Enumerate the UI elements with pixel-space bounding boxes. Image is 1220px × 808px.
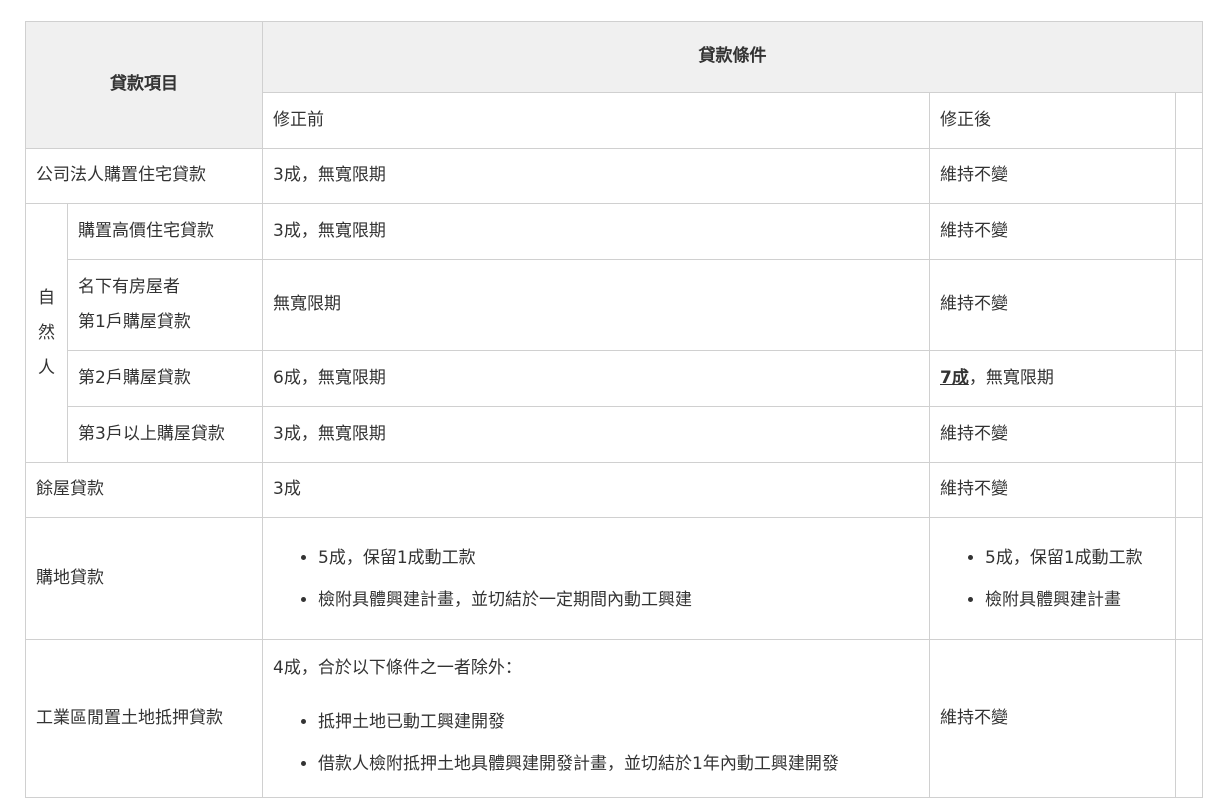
after-second-home: 7成，無寬限期 xyxy=(929,350,1176,407)
after-high-price: 維持不變 xyxy=(929,203,1176,260)
after-land: 5成，保留1成動工款 檢附具體興建計畫 xyxy=(929,517,1176,640)
header-before: 修正前 xyxy=(262,92,930,149)
before-industrial-list: 抵押土地已動工興建開發 借款人檢附抵押土地具體興建開發計畫，並切結於1年內動工興… xyxy=(273,701,919,785)
header-loan-item: 貸款項目 xyxy=(25,21,263,149)
table-row: 工業區閒置土地抵押貸款 4成，合於以下條件之一者除外： 抵押土地已動工興建開發 … xyxy=(25,639,1204,798)
loan-table-container: 貸款項目 貸款條件 修正前 修正後 公司法人購置住宅貸款 3成，無寬限期 維持不… xyxy=(25,21,1204,798)
list-item: 檢附具體興建計畫 xyxy=(985,579,1165,621)
after-second-home-rest: ，無寬限期 xyxy=(968,367,1054,388)
before-corp: 3成，無寬限期 xyxy=(262,148,930,204)
list-item: 抵押土地已動工興建開發 xyxy=(318,701,919,743)
empty-cell xyxy=(1174,462,1204,518)
empty-cell xyxy=(1174,517,1204,640)
table-row: 自 然 人 購置高價住宅貸款 3成，無寬限期 維持不變 xyxy=(25,203,1204,463)
group-natural-person: 自 然 人 xyxy=(25,203,68,463)
group-char: 然 xyxy=(38,322,55,343)
list-item: 借款人檢附抵押土地具體興建開發計畫，並切結於1年內動工興建開發 xyxy=(318,743,919,785)
empty-cell xyxy=(1174,92,1204,149)
item-remaining: 餘屋貸款 xyxy=(25,462,263,518)
empty-cell xyxy=(1174,406,1204,463)
item-land: 購地貸款 xyxy=(25,517,263,640)
loan-conditions-table: 貸款項目 貸款條件 修正前 修正後 公司法人購置住宅貸款 3成，無寬限期 維持不… xyxy=(25,21,1204,798)
empty-cell xyxy=(1174,148,1204,204)
before-high-price: 3成，無寬限期 xyxy=(262,203,930,260)
empty-cell xyxy=(1174,203,1204,260)
after-industrial: 維持不變 xyxy=(929,639,1176,798)
after-first-home: 維持不變 xyxy=(929,259,1176,351)
before-first-home: 無寬限期 xyxy=(262,259,930,351)
item-high-price: 購置高價住宅貸款 xyxy=(67,203,263,260)
empty-cell xyxy=(1174,639,1204,798)
before-third-home: 3成，無寬限期 xyxy=(262,406,930,463)
table-row: 餘屋貸款 3成 維持不變 xyxy=(25,462,1204,518)
header-row-top: 貸款項目 貸款條件 xyxy=(25,21,1204,149)
after-corp: 維持不變 xyxy=(929,148,1176,204)
before-land-list: 5成，保留1成動工款 檢附具體興建計畫，並切結於一定期間內動工興建 xyxy=(273,537,919,621)
group-char: 自 xyxy=(38,287,55,308)
after-land-list: 5成，保留1成動工款 檢附具體興建計畫 xyxy=(940,537,1165,621)
header-after: 修正後 xyxy=(929,92,1176,149)
group-char: 人 xyxy=(38,357,55,378)
table-row: 第2戶購屋貸款 6成，無寬限期 7成，無寬限期 xyxy=(26,350,1204,407)
list-item: 5成，保留1成動工款 xyxy=(318,537,919,579)
before-industrial-lead: 4成，合於以下條件之一者除外： xyxy=(273,657,522,678)
before-second-home: 6成，無寬限期 xyxy=(262,350,930,407)
after-second-home-emphasis: 7成 xyxy=(940,367,969,388)
before-land: 5成，保留1成動工款 檢附具體興建計畫，並切結於一定期間內動工興建 xyxy=(262,517,930,640)
list-item: 檢附具體興建計畫，並切結於一定期間內動工興建 xyxy=(318,579,919,621)
item-corp: 公司法人購置住宅貸款 xyxy=(25,148,263,204)
list-item: 5成，保留1成動工款 xyxy=(985,537,1165,579)
before-industrial: 4成，合於以下條件之一者除外： 抵押土地已動工興建開發 借款人檢附抵押土地具體興… xyxy=(262,639,930,798)
header-loan-conditions: 貸款條件 xyxy=(261,21,1204,93)
item-third-home: 第3戶以上購屋貸款 xyxy=(67,406,263,463)
empty-cell xyxy=(1174,259,1204,351)
item-first-home-line2: 第1戶購屋貸款 xyxy=(78,312,191,332)
item-second-home: 第2戶購屋貸款 xyxy=(67,350,263,407)
item-industrial: 工業區閒置土地抵押貸款 xyxy=(25,639,263,798)
table-row: 第3戶以上購屋貸款 3成，無寬限期 維持不變 xyxy=(26,406,1204,463)
empty-cell xyxy=(1174,350,1204,407)
table-row: 購地貸款 5成，保留1成動工款 檢附具體興建計畫，並切結於一定期間內動工興建 5… xyxy=(25,517,1204,640)
table-row: 公司法人購置住宅貸款 3成，無寬限期 維持不變 xyxy=(25,148,1204,204)
before-remaining: 3成 xyxy=(262,462,930,518)
item-first-home: 名下有房屋者 第1戶購屋貸款 xyxy=(67,259,263,351)
table-row: 名下有房屋者 第1戶購屋貸款 無寬限期 維持不變 xyxy=(26,259,1204,351)
item-first-home-line1: 名下有房屋者 xyxy=(78,277,180,297)
after-remaining: 維持不變 xyxy=(929,462,1176,518)
after-third-home: 維持不變 xyxy=(929,406,1176,463)
